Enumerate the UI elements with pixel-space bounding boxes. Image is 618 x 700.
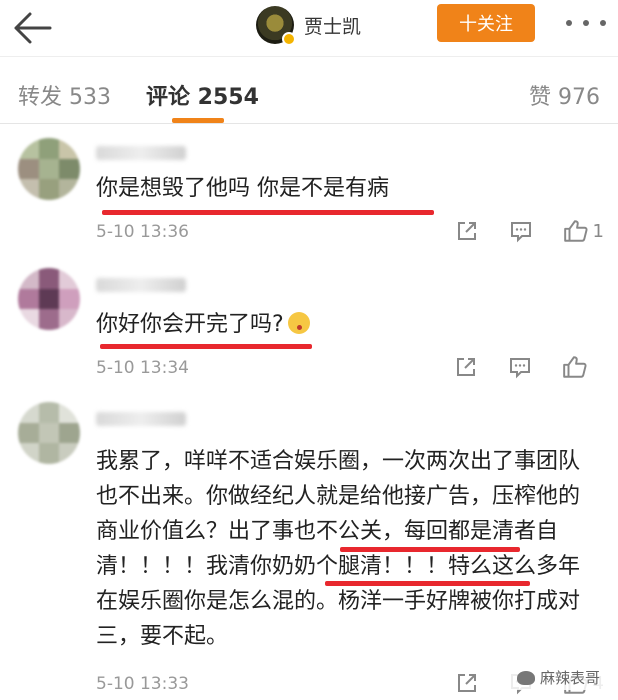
active-tab-indicator	[172, 118, 224, 123]
highlight-underline	[340, 547, 520, 552]
like-count: 1	[592, 220, 604, 242]
reply-button[interactable]	[509, 219, 533, 243]
reply-button[interactable]	[508, 355, 532, 379]
commenter-avatar[interactable]	[18, 268, 80, 330]
share-button[interactable]	[455, 219, 479, 243]
comment-text-body: 你好你会开完了吗?	[96, 312, 284, 337]
share-button[interactable]	[454, 355, 478, 379]
comment-item: 你好你会开完了吗? 5-10 13:34	[0, 254, 618, 388]
highlight-underline	[100, 344, 312, 349]
comment-item: 我累了，咩咩不适合娱乐圈，一次两次出了事团队也不出来。你做经纪人就是给他接广告，…	[0, 388, 618, 700]
wechat-icon	[516, 670, 535, 685]
comment-icon	[510, 358, 530, 379]
author-info[interactable]: 贾士凯	[256, 4, 361, 46]
tab-bar: 转发 533 评论 2554 赞 976	[0, 56, 618, 124]
watermark: 麻辣表哥	[510, 665, 606, 690]
commenter-name[interactable]	[96, 278, 186, 292]
follow-button[interactable]: 十关注	[437, 4, 535, 42]
like-button[interactable]	[562, 354, 592, 380]
comment-actions: 1	[425, 216, 604, 246]
thinking-emoji-icon	[287, 312, 310, 334]
share-button[interactable]	[455, 671, 479, 695]
commenter-name[interactable]	[96, 146, 186, 160]
author-name: 贾士凯	[304, 15, 362, 38]
highlight-underline	[325, 581, 530, 586]
comment-text: 你是想毁了他吗 你是不是有病	[96, 176, 389, 201]
comment-time: 5-10 13:36	[96, 222, 189, 242]
verified-badge-icon	[282, 32, 296, 46]
more-options-icon[interactable]	[566, 18, 606, 28]
highlight-underline	[102, 210, 434, 215]
comment-actions	[424, 352, 604, 382]
tab-like[interactable]: 赞 976	[529, 79, 600, 111]
comment-icon	[510, 222, 531, 243]
comment-time: 5-10 13:34	[96, 358, 189, 378]
tab-repost[interactable]: 转发 533	[18, 79, 111, 111]
back-button[interactable]	[10, 8, 54, 48]
share-icon	[457, 358, 475, 376]
thumbs-up-icon	[563, 356, 587, 378]
share-icon	[457, 222, 476, 240]
author-avatar[interactable]	[256, 6, 296, 46]
thumbs-up-icon	[563, 220, 588, 242]
like-button[interactable]: 1	[563, 218, 604, 244]
commenter-avatar[interactable]	[18, 138, 80, 200]
comment-item: 你是想毁了他吗 你是不是有病 5-10 13:36 1	[0, 124, 618, 254]
commenter-name[interactable]	[96, 412, 186, 426]
top-navigation-bar: 贾士凯 十关注	[0, 0, 618, 56]
commenter-avatar[interactable]	[18, 402, 80, 464]
share-icon	[457, 674, 476, 692]
watermark-text: 麻辣表哥	[539, 669, 600, 687]
tab-comment[interactable]: 评论 2554	[146, 79, 259, 111]
comment-text: 你好你会开完了吗?	[96, 308, 598, 342]
comment-time: 5-10 13:33	[96, 674, 189, 694]
back-arrow-icon	[14, 12, 52, 44]
